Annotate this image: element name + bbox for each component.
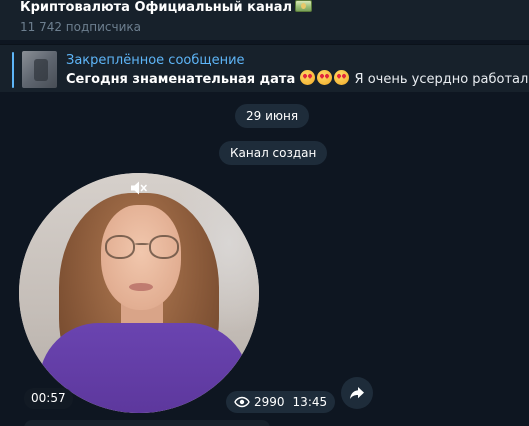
channel-header[interactable]: Криптовалюта Официальный канал 11 742 по… bbox=[0, 0, 529, 40]
share-button[interactable] bbox=[341, 377, 373, 409]
pinned-label: Закреплённое сообщение bbox=[66, 53, 245, 68]
heart-eyes-emoji-icon bbox=[300, 70, 316, 85]
muted-speaker-icon[interactable] bbox=[130, 180, 148, 196]
message-meta: 2990 13:45 bbox=[226, 391, 336, 413]
next-message-edge bbox=[24, 420, 270, 426]
pinned-text-rest: Я очень усердно работала и ста bbox=[354, 72, 529, 87]
pinned-thumbnail bbox=[22, 51, 57, 88]
channel-title-text: Криптовалюта Официальный канал bbox=[20, 0, 293, 15]
views-eye-icon bbox=[234, 396, 250, 408]
pinned-preview: Сегодня знаменательная дата Я очень усер… bbox=[66, 70, 529, 88]
pinned-indicator bbox=[12, 52, 14, 88]
pinned-text-bold: Сегодня знаменательная дата bbox=[66, 72, 296, 87]
forward-arrow-icon bbox=[350, 387, 364, 399]
message-time: 13:45 bbox=[292, 395, 328, 409]
pinned-message-bar[interactable]: Закреплённое сообщение Сегодня знаменате… bbox=[0, 44, 529, 92]
heart-eyes-emoji-icon bbox=[334, 70, 350, 85]
video-duration: 00:57 bbox=[24, 388, 73, 409]
round-video-message[interactable] bbox=[19, 173, 259, 413]
view-count: 2990 bbox=[254, 395, 285, 409]
channel-title[interactable]: Криптовалюта Официальный канал bbox=[20, 0, 313, 15]
date-separator[interactable]: 29 июня bbox=[235, 104, 310, 128]
subscriber-count: 11 742 подписчика bbox=[20, 20, 142, 34]
money-bag-icon bbox=[295, 0, 313, 12]
heart-eyes-emoji-icon bbox=[317, 70, 333, 85]
service-message: Канал создан bbox=[219, 141, 328, 165]
